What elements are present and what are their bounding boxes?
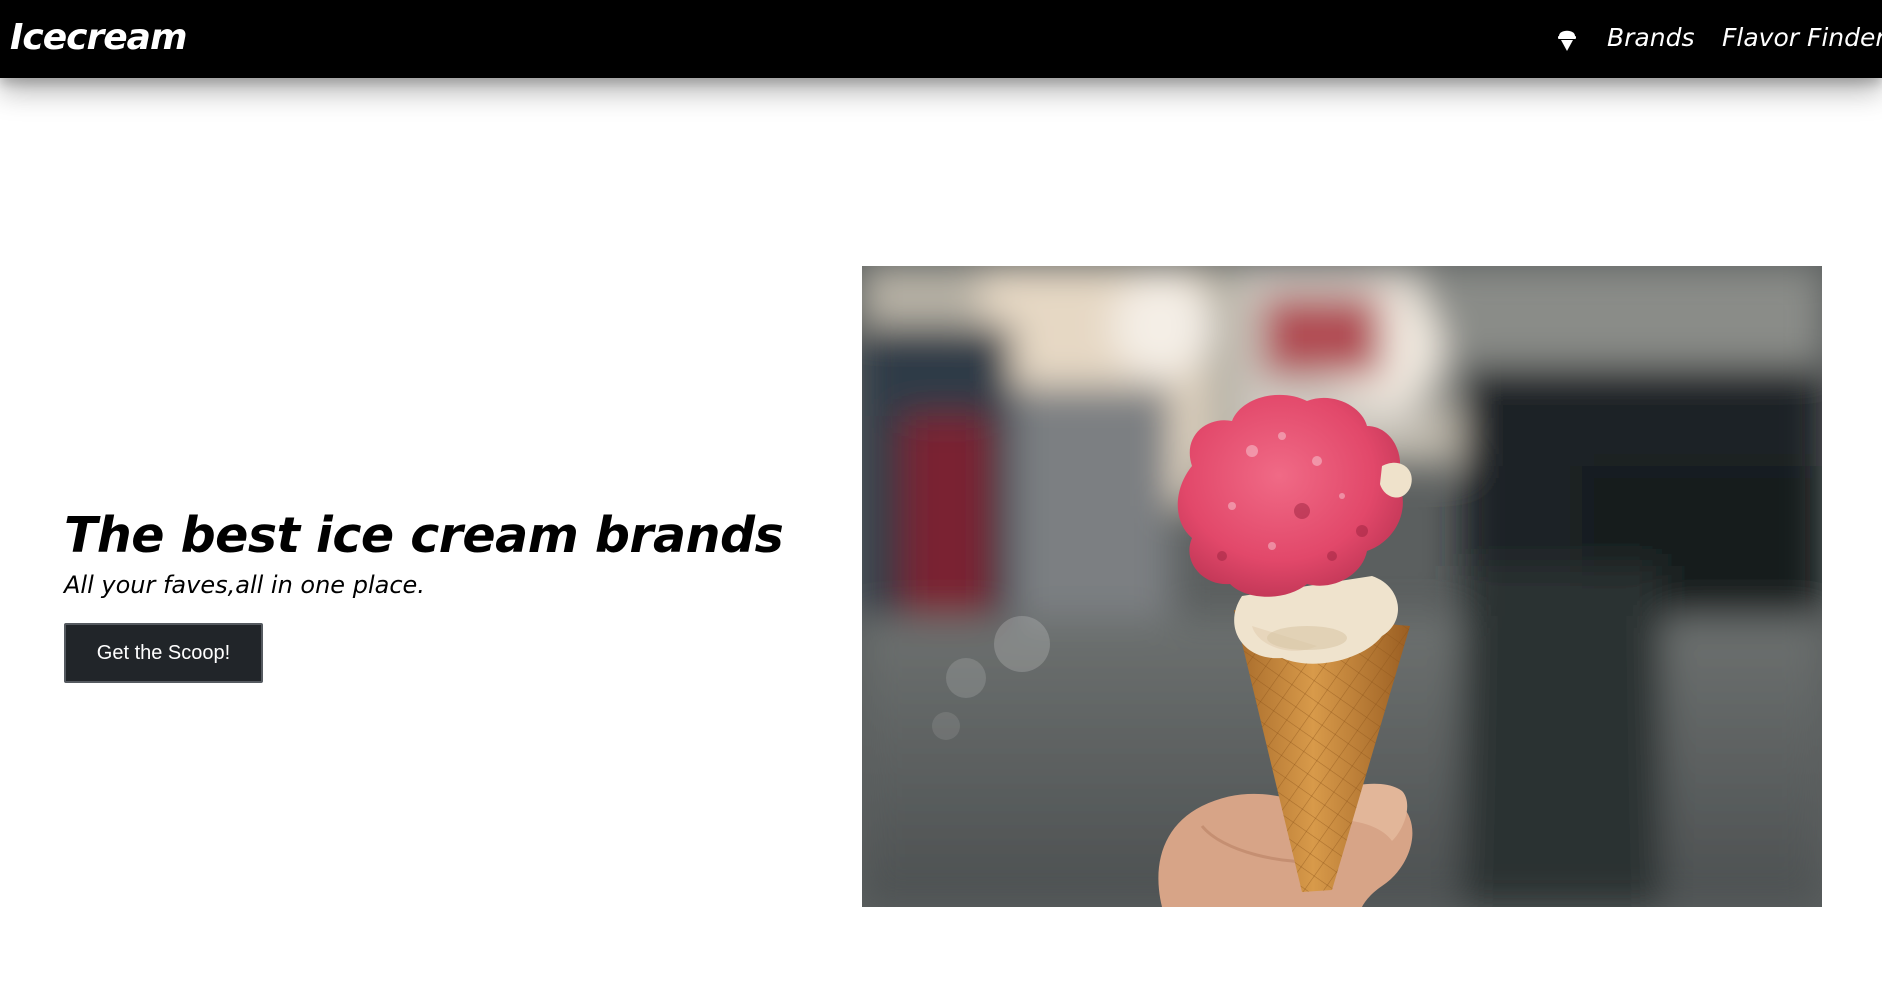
hero-text-block: The best ice cream brands All your faves… bbox=[64, 505, 804, 601]
nav-link-brands[interactable]: Brands bbox=[1607, 21, 1695, 55]
nav-link-flavor-finder[interactable]: Flavor Finder bbox=[1722, 21, 1882, 55]
get-the-scoop-button[interactable]: Get the Scoop! bbox=[64, 623, 263, 683]
hero-title: The best ice cream brands bbox=[64, 507, 784, 564]
hero-subtitle: All your faves,all in one place. bbox=[64, 571, 425, 599]
top-navbar: Icecream Brands Flavor Finder bbox=[0, 0, 1882, 78]
brand-logo-link[interactable]: Icecream bbox=[10, 16, 187, 60]
ice-cream-cone-icon[interactable] bbox=[1556, 26, 1578, 52]
ice-cream-cone-photo bbox=[862, 266, 1822, 907]
